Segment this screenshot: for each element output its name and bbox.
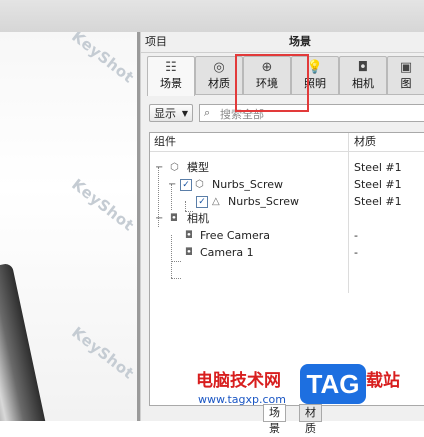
camera-icon: ◘ [185,247,193,258]
tree-row-free-camera[interactable]: ◘ Free Camera - [150,227,424,244]
site-watermark: 电脑技术网 TAG 载站 www.tagxp.com [196,364,424,421]
search-box[interactable]: ⌕ [199,104,424,122]
lightbulb-icon: 💡 [306,60,324,75]
globe-icon: ⊕ [261,60,273,75]
camera-icon: ◘ [185,230,193,241]
part-icon: △ [212,196,220,207]
screw-model [0,262,47,421]
tree-guide [171,261,181,262]
tree-row-model[interactable]: − ⬡ 模型 Steel #1 [150,159,424,176]
tab-camera-label: 相机 [352,77,374,90]
visibility-checkbox[interactable]: ✓ [196,196,208,208]
watermark-3: KeyShot [68,323,138,383]
tree-row-material: - [354,246,358,259]
tree-row-material: Steel #1 [354,178,402,191]
model-icon: ⬡ [170,162,179,173]
tree-row-label: 模型 [187,161,209,174]
tree-row-nurbs-group[interactable]: − ✓ ⬡ Nurbs_Screw Steel #1 [150,176,424,193]
display-dropdown[interactable]: 显示 ▼ [149,104,193,122]
project-label: 项目 [145,35,167,48]
camera-icon: ◘ [357,60,369,75]
panel-header: 项目 场景 [141,32,424,53]
tree-toolbar: 显示 ▼ ⌕ [149,104,424,124]
tab-material[interactable]: ◎ 材质 [195,56,243,95]
display-dropdown-label: 显示 [154,107,176,120]
tree-row-camera-1[interactable]: ◘ Camera 1 - [150,244,424,261]
search-input[interactable] [218,106,422,122]
render-viewport[interactable]: KeyShot KeyShot KeyShot [0,32,138,421]
tree-row-material: Steel #1 [354,161,402,174]
tree-row-material: Steel #1 [354,195,402,208]
tab-environment[interactable]: ⊕ 环境 [243,56,291,95]
column-component: 组件 [154,135,176,148]
tree-guide [171,278,181,279]
tree-row-label: Camera 1 [200,246,254,259]
tab-lighting-label: 照明 [304,77,326,90]
site-name-left: 电脑技术网 [196,371,281,391]
tree-row-nurbs-part[interactable]: ✓ △ Nurbs_Screw Steel #1 [150,193,424,210]
tab-environment-label: 环境 [256,77,278,90]
collapse-icon[interactable]: − [168,176,176,193]
window-top-bar [0,0,424,33]
tree-row-material: - [354,229,358,242]
project-tabs: ☷ 场景 ◎ 材质 ⊕ 环境 💡 照明 ◘ 相机 ▣ 图 [147,56,424,96]
collapse-icon[interactable]: − [155,210,163,227]
watermark-2: KeyShot [68,175,138,235]
dropdown-arrow-icon: ▼ [181,109,188,118]
image-icon: ▣ [399,60,413,75]
site-name-right: 载站 [366,371,400,391]
material-icon: ◎ [213,60,225,75]
model-icon: ⬡ [195,179,204,190]
tab-image-label: 图 [400,77,412,90]
scene-panel: 项目 场景 ☷ 场景 ◎ 材质 ⊕ 环境 💡 照明 ◘ 相机 ▣ 图 显示 ▼ … [140,32,424,435]
panel-title: 场景 [289,35,311,48]
tree-row-label: 相机 [187,212,209,225]
tab-material-label: 材质 [208,77,230,90]
camera-group-icon: ◘ [170,213,178,224]
tab-camera[interactable]: ◘ 相机 [339,56,387,95]
tree-row-label: Free Camera [200,229,271,242]
tab-scene-label: 场景 [160,77,182,90]
column-material: 材质 [354,135,376,148]
scene-icon: ☷ [165,60,177,75]
tree-header: 组件 材质 [150,133,424,152]
search-icon: ⌕ [204,106,211,119]
collapse-icon[interactable]: − [155,159,163,176]
tree-row-label: Nurbs_Screw [212,178,284,191]
tab-lighting[interactable]: 💡 照明 [291,56,339,95]
site-url: www.tagxp.com [198,393,286,406]
tab-scene[interactable]: ☷ 场景 [147,56,195,96]
site-logo: TAG [300,364,366,404]
scene-tree: 组件 材质 − ⬡ 模型 Steel #1 − ✓ ⬡ Nurbs_Screw … [149,132,424,406]
visibility-checkbox[interactable]: ✓ [180,179,192,191]
tree-row-label: Nurbs_Screw [228,195,300,208]
tree-row-cameras[interactable]: − ◘ 相机 [150,210,424,227]
tab-image[interactable]: ▣ 图 [387,56,424,95]
watermark-1: KeyShot [68,32,138,87]
